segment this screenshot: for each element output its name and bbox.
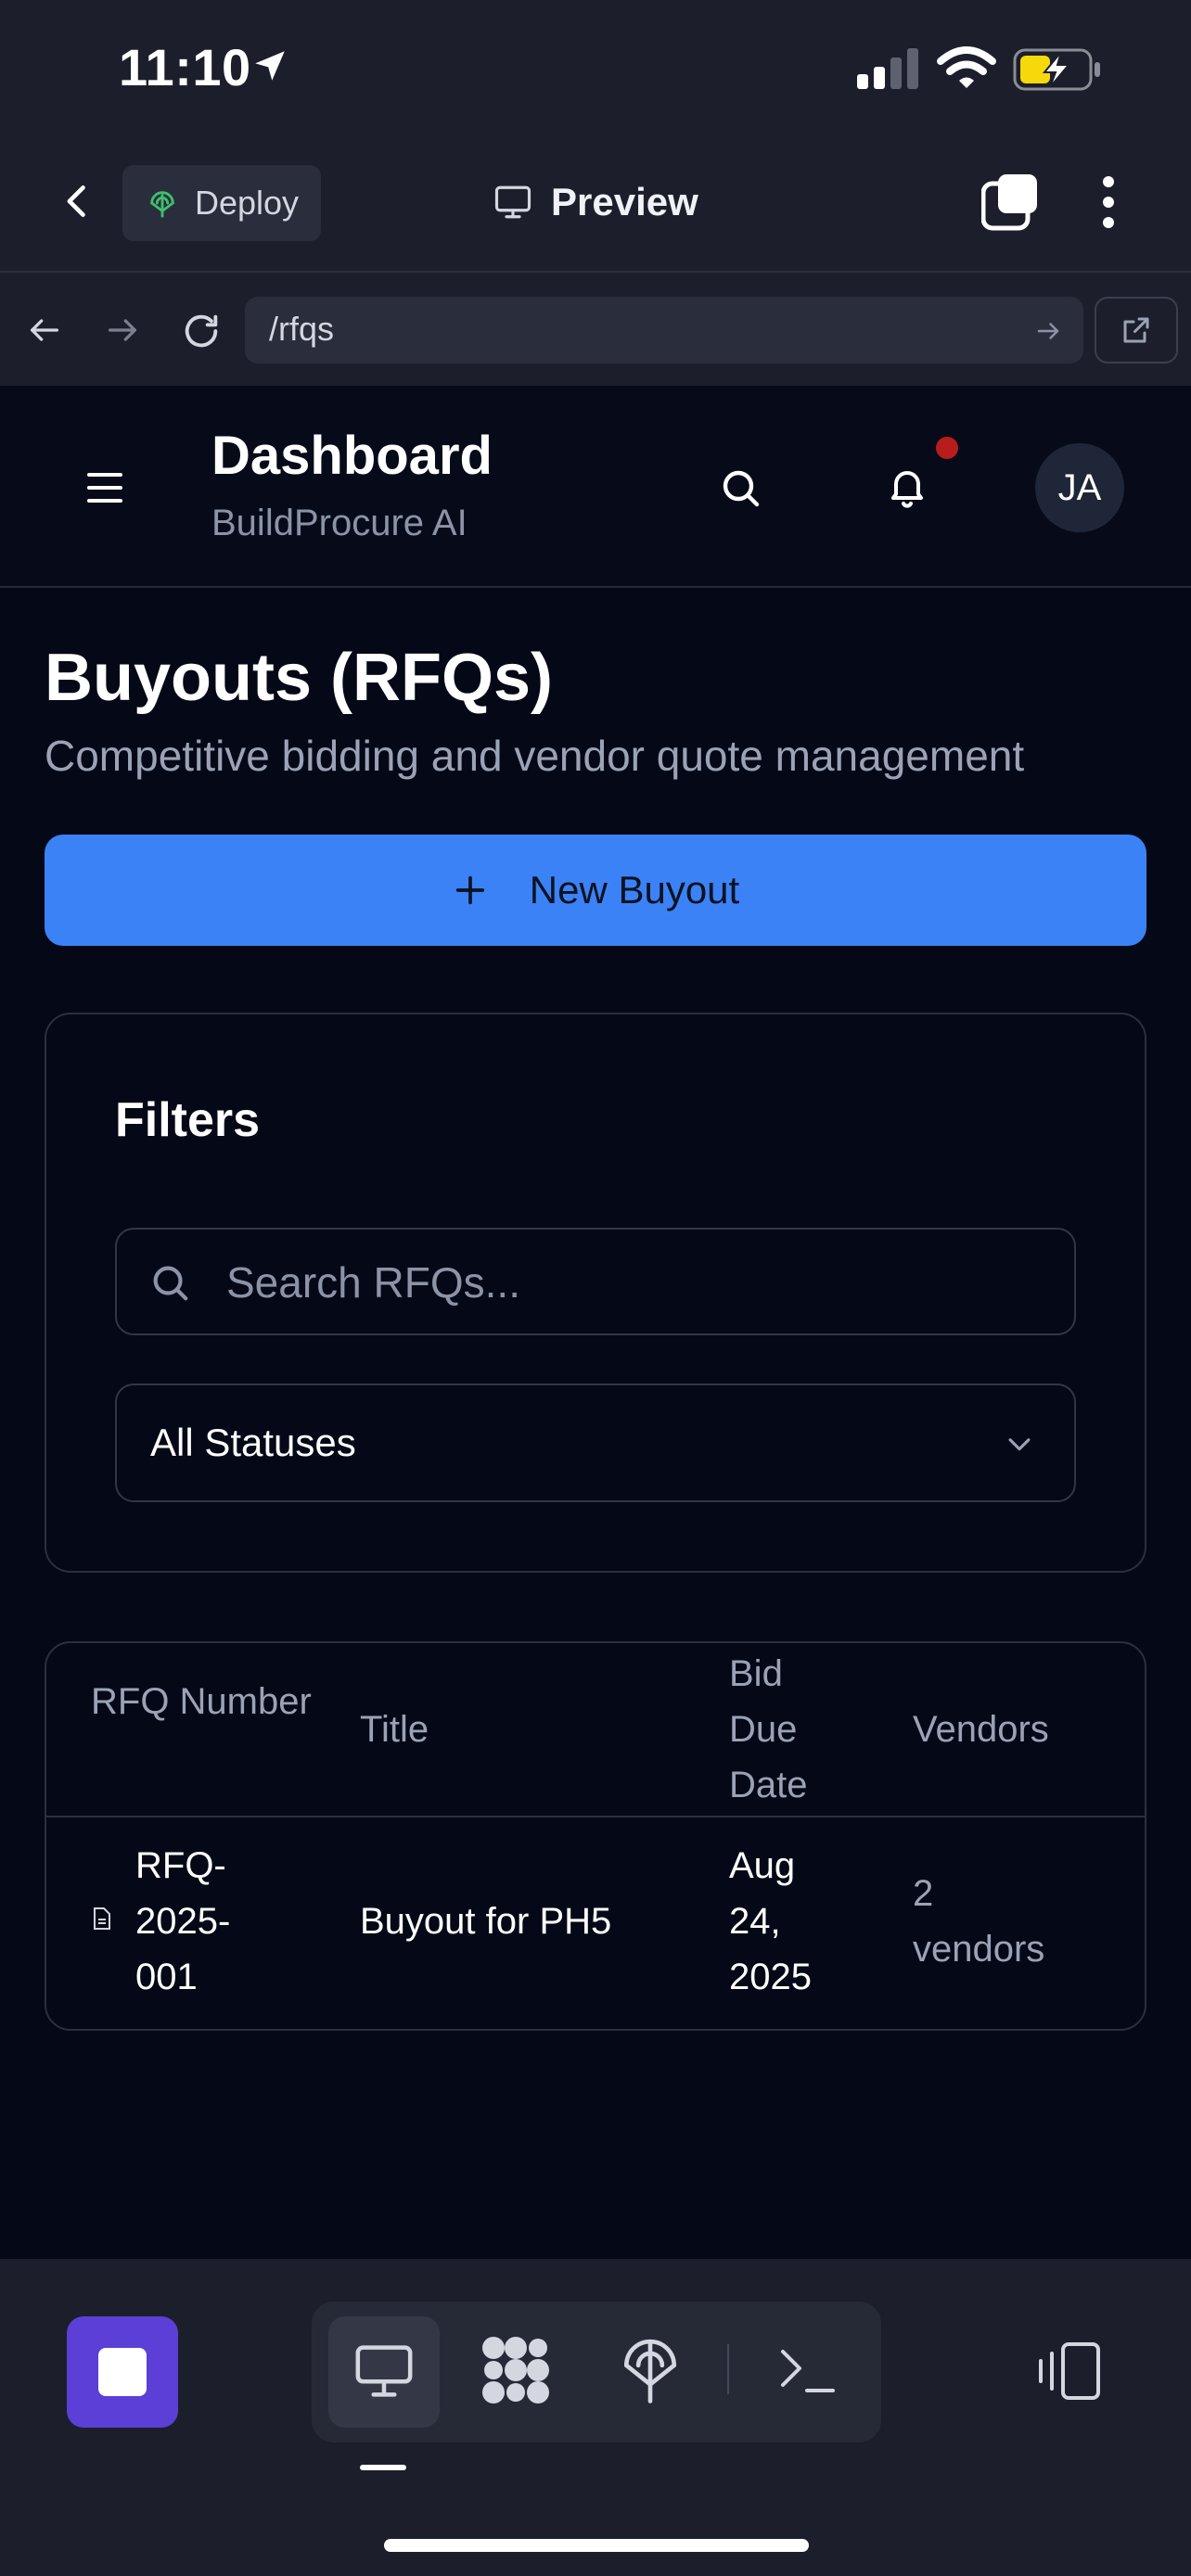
column-header-vendors[interactable]: Vendors [913, 1702, 1049, 1757]
deploy-button[interactable]: Deploy [122, 165, 321, 241]
deploy-label: Deploy [195, 184, 300, 222]
open-external-button[interactable] [1095, 297, 1178, 363]
filters-title: Filters [115, 1093, 261, 1147]
wifi-icon [937, 46, 996, 89]
layout-toggle-icon[interactable] [1035, 2340, 1102, 2402]
table-header-divider [46, 1816, 1145, 1817]
bell-icon[interactable] [885, 464, 929, 510]
preview-title[interactable]: Preview [492, 174, 698, 230]
refresh-icon[interactable] [180, 310, 223, 352]
stop-button[interactable] [67, 2316, 178, 2428]
search-input[interactable] [226, 1254, 1043, 1311]
tab-separator [727, 2344, 729, 2394]
arrow-right-icon[interactable] [102, 312, 143, 349]
menu-icon[interactable] [85, 471, 126, 504]
status-time: 11:10 [119, 38, 251, 96]
avatar-initials: JA [1057, 466, 1102, 508]
monitor-icon [492, 183, 534, 222]
arrow-left-icon[interactable] [24, 312, 65, 349]
dashboard-subtitle: BuildProcure AI [211, 503, 467, 543]
home-indicator [384, 2539, 809, 2552]
avatar[interactable]: JA [1035, 443, 1124, 532]
shell-tab-icon[interactable] [779, 2344, 837, 2396]
preview-tab-icon [352, 2342, 416, 2400]
tabs-icon[interactable] [981, 172, 1041, 232]
stop-icon [98, 2348, 147, 2396]
url-field[interactable] [245, 297, 1083, 363]
new-buyout-button[interactable]: New Buyout [45, 835, 1146, 946]
plus-icon [452, 872, 489, 909]
column-header-bid-due-date[interactable]: Bid Due Date [729, 1646, 822, 1813]
back-chevron-icon[interactable] [58, 178, 98, 224]
web-app-header [0, 386, 1191, 588]
battery-charging-icon [1013, 48, 1102, 91]
notification-badge [936, 437, 958, 459]
new-buyout-label: New Buyout [529, 868, 740, 912]
deployments-tab-icon[interactable] [621, 2337, 679, 2404]
column-header-title[interactable]: Title [360, 1702, 429, 1757]
cell-rfq-number[interactable]: RFQ-2025-001 [135, 1838, 256, 2005]
deploy-icon [147, 187, 178, 219]
column-header-rfq-number[interactable]: RFQ Number [91, 1674, 314, 1729]
cell-bid-due-date: Aug 24, 2025 [729, 1845, 812, 1997]
more-vertical-icon[interactable] [1093, 174, 1124, 230]
search-icon[interactable] [718, 465, 762, 510]
go-arrow-icon[interactable] [1033, 317, 1063, 345]
active-tab-indicator [360, 2465, 406, 2470]
search-icon [148, 1261, 191, 1304]
url-path[interactable]: /rfqs [269, 310, 334, 349]
cell-title: Buyout for PH5 [360, 1901, 612, 1942]
status-select-value: All Statuses [150, 1421, 356, 1464]
cell-vendors: 2 vendors [913, 1873, 1045, 1970]
chevron-down-icon [1002, 1428, 1037, 1460]
signal-icon [857, 48, 918, 89]
file-icon [93, 1906, 111, 1931]
workspace-tab-icon[interactable] [480, 2335, 551, 2405]
page-subtitle: Competitive bidding and vendor quote man… [45, 732, 1025, 780]
location-arrow-icon [250, 46, 289, 85]
external-link-icon [1120, 313, 1153, 347]
dashboard-title: Dashboard [211, 426, 493, 486]
preview-label: Preview [551, 180, 698, 223]
page-title: Buyouts (RFQs) [45, 641, 553, 715]
